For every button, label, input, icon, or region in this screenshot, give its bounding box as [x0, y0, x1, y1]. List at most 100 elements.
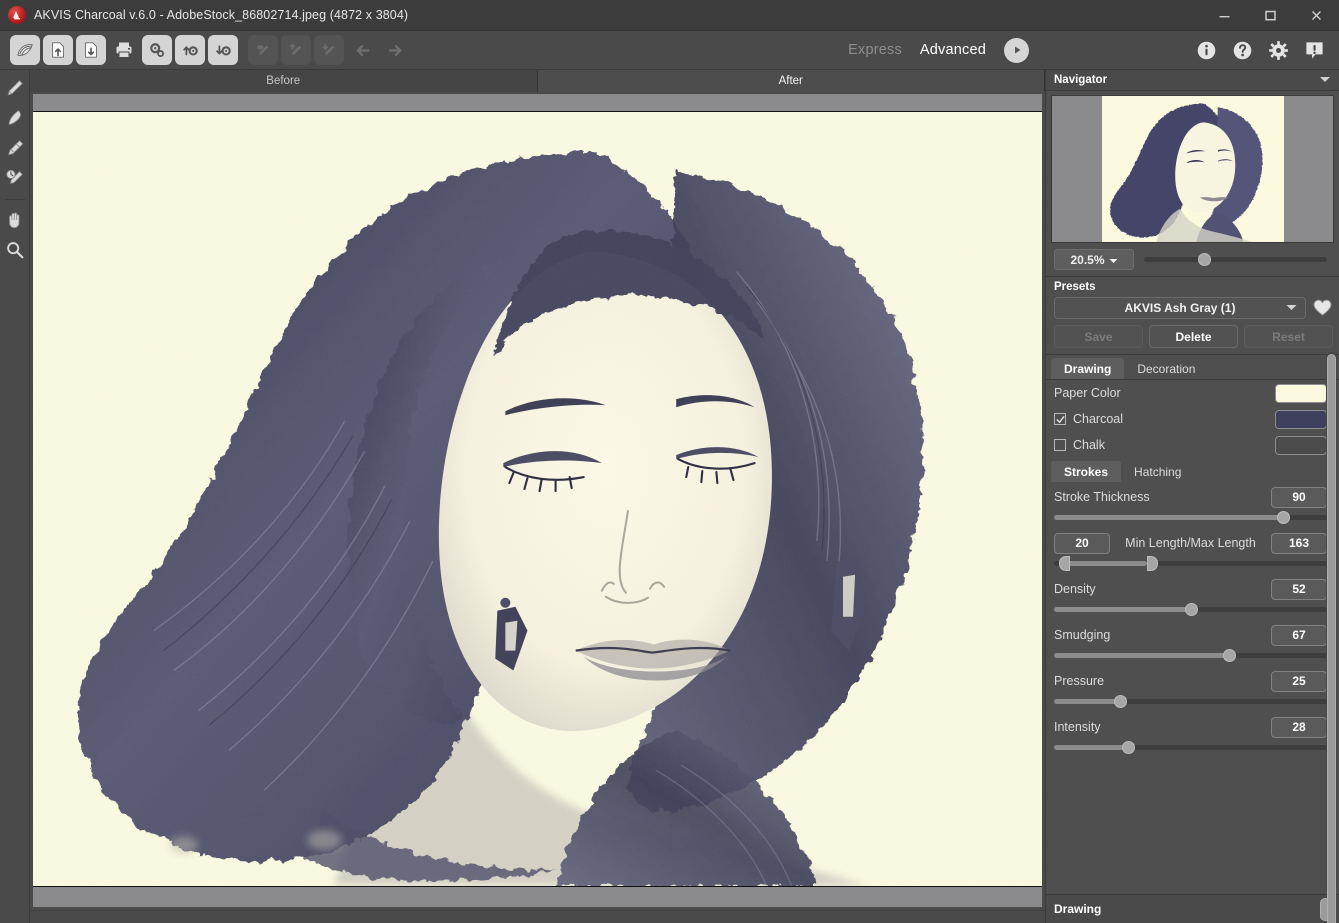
- min-length-handle[interactable]: [1059, 556, 1070, 571]
- stroke-thickness-row: Stroke Thickness 90: [1054, 484, 1327, 510]
- min-length-value[interactable]: 20: [1054, 533, 1110, 554]
- navigator-preview[interactable]: [1051, 95, 1334, 243]
- max-length-handle[interactable]: [1147, 556, 1158, 571]
- intensity-slider-row: [1054, 740, 1327, 760]
- pressure-value[interactable]: 25: [1271, 671, 1327, 692]
- tool-stroke-direction[interactable]: [2, 74, 28, 102]
- intensity-label: Intensity: [1054, 720, 1101, 734]
- tool-palette: [0, 70, 30, 923]
- heart-icon[interactable]: [1312, 298, 1333, 318]
- preset-reset-button: Reset: [1244, 325, 1333, 348]
- zoom-slider-handle[interactable]: [1198, 253, 1211, 266]
- preferences-button[interactable]: [142, 35, 172, 65]
- tool-timeline-brush[interactable]: [2, 164, 28, 192]
- zoom-control-row: 20.5%: [1046, 243, 1339, 277]
- density-label: Density: [1054, 582, 1096, 596]
- before-brush-button: [281, 35, 311, 65]
- navigator-title: Navigator: [1054, 74, 1107, 86]
- save-image-button[interactable]: [76, 35, 106, 65]
- print-button[interactable]: [109, 35, 139, 65]
- tab-decoration[interactable]: Decoration: [1124, 358, 1208, 379]
- chalk-label: Chalk: [1073, 438, 1105, 452]
- paper-color-swatch[interactable]: [1275, 384, 1327, 403]
- charcoal-color-swatch[interactable]: [1275, 410, 1327, 429]
- preset-buttons-row: Save Delete Reset: [1054, 325, 1333, 348]
- density-handle[interactable]: [1185, 603, 1198, 616]
- undo-button: [347, 35, 377, 65]
- close-icon[interactable]: [1293, 0, 1339, 31]
- chalk-checkbox[interactable]: [1054, 439, 1066, 451]
- load-settings-button[interactable]: [175, 35, 205, 65]
- exclamation-icon[interactable]: [1299, 35, 1329, 65]
- zoom-slider-track: [1144, 257, 1327, 262]
- maximize-icon[interactable]: [1247, 0, 1293, 31]
- chalk-color-swatch[interactable]: [1275, 436, 1327, 455]
- info-icon[interactable]: [1191, 35, 1221, 65]
- stroke-thickness-handle[interactable]: [1277, 511, 1290, 524]
- status-bar: Drawing: [1046, 894, 1339, 923]
- right-panel: Navigator: [1045, 70, 1339, 923]
- presets-section: Presets AKVIS Ash Gray (1) Save Delete: [1046, 277, 1339, 355]
- subtab-hatching[interactable]: Hatching: [1121, 461, 1194, 482]
- tool-zoom[interactable]: [2, 236, 28, 264]
- density-slider-row: [1054, 602, 1327, 622]
- smudging-row: Smudging 67: [1054, 622, 1327, 648]
- run-button[interactable]: [1004, 38, 1029, 63]
- paper-color-row: Paper Color: [1054, 380, 1327, 406]
- open-image-button[interactable]: [43, 35, 73, 65]
- stroke-thickness-value[interactable]: 90: [1271, 487, 1327, 508]
- smudging-handle[interactable]: [1223, 649, 1236, 662]
- pressure-slider-row: [1054, 694, 1327, 714]
- canvas-viewport[interactable]: [33, 94, 1042, 907]
- pressure-handle[interactable]: [1114, 695, 1127, 708]
- window-title: AKVIS Charcoal v.6.0 - AdobeStock_868027…: [34, 8, 408, 22]
- preset-delete-button[interactable]: Delete: [1149, 325, 1238, 348]
- settings-scrollbar[interactable]: [1326, 352, 1337, 893]
- length-range-slider-row: [1054, 556, 1327, 576]
- rendered-image[interactable]: [33, 111, 1042, 887]
- stroke-thickness-slider[interactable]: [1054, 510, 1327, 524]
- tool-history-brush[interactable]: [2, 134, 28, 162]
- stroke-thickness-label: Stroke Thickness: [1054, 490, 1150, 504]
- title-bar: AKVIS Charcoal v.6.0 - AdobeStock_868027…: [0, 0, 1339, 31]
- tool-hand[interactable]: [2, 206, 28, 234]
- preset-combo[interactable]: AKVIS Ash Gray (1): [1054, 297, 1306, 319]
- question-icon[interactable]: [1227, 35, 1257, 65]
- stroke-thickness-slider-row: [1054, 510, 1327, 530]
- stroke-sub-tabs: Strokes Hatching: [1051, 461, 1327, 482]
- minimize-icon[interactable]: [1201, 0, 1247, 31]
- intensity-slider[interactable]: [1054, 740, 1327, 754]
- length-range-slider[interactable]: [1054, 556, 1327, 570]
- smudging-label: Smudging: [1054, 628, 1110, 642]
- settings-scrollbar-thumb[interactable]: [1327, 354, 1336, 923]
- intensity-handle[interactable]: [1122, 741, 1135, 754]
- home-button[interactable]: [10, 35, 40, 65]
- intensity-value[interactable]: 28: [1271, 717, 1327, 738]
- zoom-slider[interactable]: [1144, 253, 1327, 267]
- density-value[interactable]: 52: [1271, 579, 1327, 600]
- max-length-value[interactable]: 163: [1271, 533, 1327, 554]
- charcoal-row: Charcoal: [1054, 406, 1327, 432]
- preset-selected-value: AKVIS Ash Gray (1): [1125, 301, 1236, 315]
- density-slider[interactable]: [1054, 602, 1327, 616]
- pressure-slider[interactable]: [1054, 694, 1327, 708]
- window-controls: [1201, 0, 1339, 31]
- smudging-value[interactable]: 67: [1271, 625, 1327, 646]
- mode-express[interactable]: Express: [848, 42, 902, 58]
- intensity-row: Intensity 28: [1054, 714, 1327, 740]
- slider-fill: [1054, 607, 1191, 612]
- tab-drawing[interactable]: Drawing: [1051, 358, 1124, 379]
- chevron-down-icon[interactable]: [1319, 74, 1331, 86]
- tab-after[interactable]: After: [538, 70, 1046, 92]
- caret-down-icon: [1109, 253, 1118, 267]
- tool-smudge[interactable]: [2, 104, 28, 132]
- gear-icon[interactable]: [1263, 35, 1293, 65]
- tab-before[interactable]: Before: [30, 70, 538, 92]
- zoom-level-combo[interactable]: 20.5%: [1054, 249, 1134, 270]
- redo-button: [380, 35, 410, 65]
- mode-advanced[interactable]: Advanced: [920, 42, 986, 58]
- smudging-slider[interactable]: [1054, 648, 1327, 662]
- charcoal-checkbox[interactable]: [1054, 413, 1066, 425]
- save-settings-button[interactable]: [208, 35, 238, 65]
- subtab-strokes[interactable]: Strokes: [1051, 461, 1121, 482]
